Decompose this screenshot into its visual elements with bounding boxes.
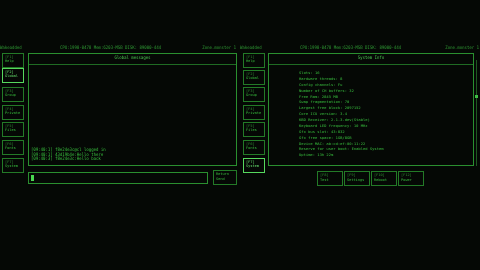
scrollbar-track[interactable] (476, 60, 477, 166)
panel-title: System Info (357, 55, 385, 60)
system-info-panel: System Info Slots: 16 Hardware threads: … (268, 53, 474, 166)
message-list: [09:40:1] f8e24e3c@cl logged in [09:40:1… (31, 148, 106, 162)
tab-files[interactable]: [F5] Files (2, 122, 24, 137)
tab-label: System (5, 164, 18, 169)
button-label: Reboot (374, 177, 387, 182)
messages-panel: Global messages [09:40:1] f8e24e3c@cl lo… (28, 53, 237, 166)
right-header: Wakeadded CPU:1998-0478 Mem:6203-MSB DIS… (240, 45, 480, 52)
power-button[interactable]: [F12] Power (398, 171, 424, 186)
reboot-button[interactable]: [F10] Reboot (371, 171, 397, 186)
tab-label: Group (5, 93, 16, 98)
left-header: Wakeadded CPU:1998-0478 Mem:6203-MSB DIS… (0, 45, 238, 52)
left-header-title: Wakeadded (0, 45, 22, 50)
button-label: Settings (347, 177, 365, 182)
tab-private[interactable]: [F4] Private (2, 105, 24, 120)
panel-title: Global messages (114, 55, 151, 60)
tab-label: Files (5, 128, 16, 133)
test-button[interactable]: [F8] Test (317, 171, 343, 186)
scrollbar-thumb[interactable] (475, 95, 478, 98)
button-label: Test (320, 177, 329, 182)
message-input[interactable] (28, 172, 208, 184)
info-line: Uptime: 13h 22m (299, 152, 334, 158)
tab-label: System (246, 164, 259, 169)
divider (269, 64, 473, 65)
tab-label: Private (246, 111, 262, 116)
divider (29, 64, 236, 65)
right-header-title: Wakeadded (240, 45, 262, 50)
text-cursor (31, 175, 34, 181)
left-header-zone: Zone.monster 1 (202, 45, 236, 50)
tab-label: Help (5, 59, 14, 64)
tab-system[interactable]: [F7] System (243, 158, 265, 173)
tab-system[interactable]: [F7] System (2, 158, 24, 173)
tab-group[interactable]: [F3] Group (243, 87, 265, 102)
tab-label: Global (246, 76, 259, 81)
tab-files[interactable]: [F5] Files (243, 122, 265, 137)
tab-label: Help (246, 59, 255, 64)
button-label: Power (401, 177, 412, 182)
tab-label: Fonts (246, 146, 257, 151)
message-line: [09:40:3] f8e24e3c:Hello back (31, 156, 101, 162)
tab-fonts[interactable]: [F6] Fonts (2, 140, 24, 155)
send-button[interactable]: Return Send (213, 170, 237, 185)
tab-help[interactable]: [F1] Help (2, 53, 24, 68)
tab-private[interactable]: [F4] Private (243, 105, 265, 120)
tab-label: Files (246, 128, 257, 133)
tab-group[interactable]: [F3] Group (2, 87, 24, 102)
tab-label: Private (5, 111, 21, 116)
info-list: Slots: 16 Hardware threads: 8 Config cha… (299, 70, 384, 158)
right-header-zone: Zone.monster 1 (445, 45, 479, 50)
tab-fonts[interactable]: [F6] Fonts (243, 140, 265, 155)
tab-label: Fonts (5, 146, 16, 151)
tab-global[interactable]: [F2] Global (2, 68, 24, 83)
right-header-stats: CPU:1998-0478 Mem:6203-MSB DISK: 89000-4… (300, 45, 402, 50)
tab-label: Global (5, 74, 18, 79)
tab-label: Group (246, 93, 257, 98)
tab-help[interactable]: [F1] Help (243, 53, 265, 68)
settings-button[interactable]: [F9] Settings (344, 171, 370, 186)
left-header-stats: CPU:1998-0478 Mem:6203-MSB DISK: 89000-4… (60, 45, 162, 50)
tab-global[interactable]: [F2] Global (243, 70, 265, 85)
